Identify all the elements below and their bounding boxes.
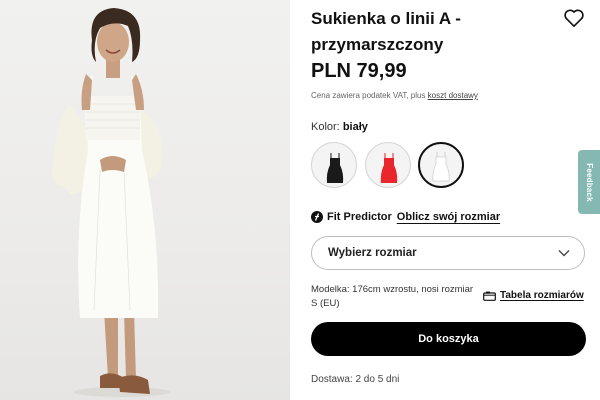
color-swatch-white[interactable] [418,142,464,188]
product-title: Sukienka o linii A - przymarszczony [311,9,461,54]
product-info-panel: Sukienka o linii A - przymarszczony PLN … [311,0,600,400]
model-illustration [52,8,170,397]
size-select[interactable]: Wybierz rozmiar [311,236,585,270]
fit-predictor: Fit Predictor Oblicz swój rozmiar [311,211,500,223]
fit-predictor-icon [311,211,323,223]
chevron-down-icon [558,250,570,257]
size-select-label: Wybierz rozmiar [328,247,417,259]
dress-white-thumbnail [432,152,450,182]
feedback-label: Feedback [584,162,594,202]
product-price: PLN 79,99 [311,60,407,82]
size-chart-link[interactable]: Tabela rozmiarów [483,290,584,301]
fit-predictor-label: Fit Predictor [327,211,392,223]
calculate-size-link[interactable]: Oblicz swój rozmiar [397,211,500,223]
dress-black-thumbnail [326,153,344,183]
hanger-icon [483,291,496,301]
wishlist-button[interactable] [563,8,585,28]
color-swatch-black[interactable] [311,142,357,188]
dress-red-thumbnail [380,153,398,183]
tax-note-text: Cena zawiera podatek VAT, plus [311,91,426,100]
size-chart-label: Tabela rozmiarów [500,290,584,301]
product-image[interactable] [0,0,290,400]
add-to-cart-button[interactable]: Do koszyka [311,322,586,356]
selected-color: biały [342,121,368,133]
color-swatch-red[interactable] [365,142,411,188]
color-label: Kolor: biały [311,121,368,133]
feedback-tab[interactable]: Feedback [578,150,600,214]
shipping-cost-link[interactable]: koszt dostawy [428,91,478,100]
color-label-text: Kolor: [311,121,340,133]
heart-icon [564,9,584,27]
model-info: Modelka: 176cm wzrostu, nosi rozmiar S (… [311,284,474,309]
tax-note: Cena zawiera podatek VAT, plus koszt dos… [311,91,478,100]
delivery-info: Dostawa: 2 do 5 dni [311,374,400,385]
